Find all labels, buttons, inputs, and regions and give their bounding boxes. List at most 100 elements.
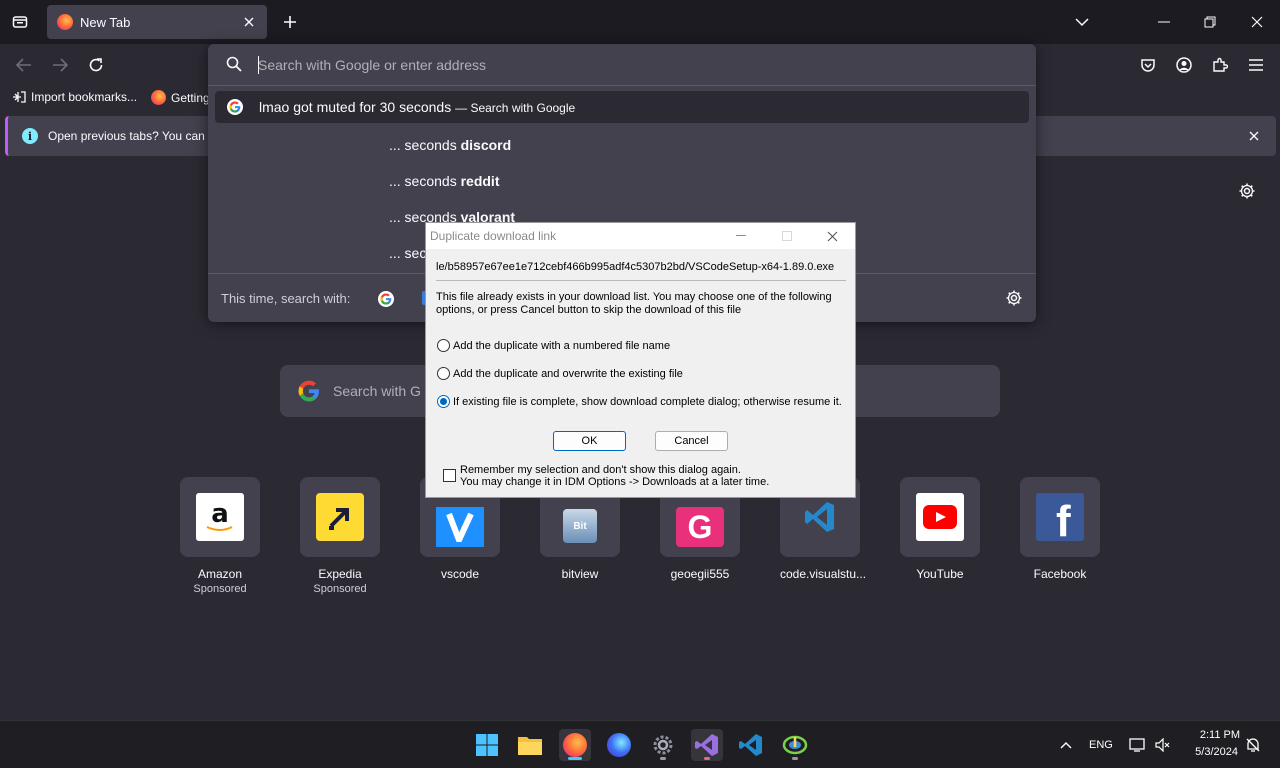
account-icon[interactable] <box>1172 53 1196 77</box>
suggestion-prefix: ... seconds <box>389 173 461 189</box>
import-icon <box>13 91 26 103</box>
search-settings-gear-icon[interactable] <box>1005 289 1023 312</box>
duplicate-download-dialog: Duplicate download link le/b58957e67ee1e… <box>425 222 856 498</box>
top-site-label: Facebook <box>1033 567 1087 581</box>
radio-button[interactable] <box>437 367 450 380</box>
suggestion-action: — Search with Google <box>455 101 576 115</box>
top-site-youtube[interactable]: YouTube <box>900 477 980 581</box>
option-numbered-name[interactable]: Add the duplicate with a numbered file n… <box>437 339 670 352</box>
tab-title: New Tab <box>80 14 131 30</box>
dialog-minimize-icon[interactable] <box>721 225 761 247</box>
checkbox[interactable] <box>443 469 456 482</box>
notification-message: Open previous tabs? You can re <box>48 129 219 143</box>
idm-taskbar-icon[interactable] <box>779 729 811 761</box>
notification-close-icon[interactable] <box>1246 128 1262 144</box>
show-hidden-icons-chevron-icon[interactable] <box>1052 729 1080 761</box>
tab-strip: New Tab <box>0 0 1280 44</box>
hamburger-menu-icon[interactable] <box>1244 53 1268 77</box>
windows-start-icon[interactable] <box>471 729 503 761</box>
option-label: If existing file is complete, show downl… <box>453 395 842 408</box>
newtab-settings-gear-icon[interactable] <box>1238 182 1260 204</box>
top-site-label: YouTube <box>916 567 964 581</box>
info-icon: i <box>22 128 38 144</box>
close-window-icon[interactable] <box>1243 8 1271 36</box>
suggestion-query: lmao got muted for 30 seconds <box>259 99 452 115</box>
visual-studio-taskbar-icon[interactable] <box>691 729 723 761</box>
urlbar-input[interactable]: Search with Google or enter address <box>208 44 1036 86</box>
notifications-bell-icon[interactable] <box>1242 729 1264 761</box>
settings-taskbar-icon[interactable] <box>647 729 679 761</box>
one-off-label: This time, search with: <box>221 291 351 306</box>
google-logo-icon <box>297 379 321 408</box>
tab-new-tab[interactable]: New Tab <box>47 5 267 39</box>
option-label: Add the duplicate with a numbered file n… <box>453 339 671 352</box>
remember-selection-checkbox[interactable]: Remember my selection and don't show thi… <box>443 464 769 488</box>
remember-line1: Remember my selection and don't show thi… <box>460 464 741 476</box>
dialog-close-icon[interactable] <box>812 225 852 247</box>
expedia-logo-icon <box>316 493 364 541</box>
dialog-titlebar: Duplicate download link <box>426 223 855 249</box>
ok-button[interactable]: OK <box>553 431 626 451</box>
firefox-favicon-icon <box>151 90 166 105</box>
volume-muted-icon[interactable] <box>1152 729 1174 761</box>
suggestion-row-selected[interactable]: lmao got muted for 30 seconds — Search w… <box>215 91 1029 123</box>
tab-close-icon[interactable] <box>241 14 257 30</box>
firefox-taskbar-icon[interactable] <box>559 729 591 761</box>
download-url-field[interactable]: le/b58957e67ee1e712cebf466b995adf4c5307b… <box>436 261 846 281</box>
radio-button-selected[interactable] <box>437 395 450 408</box>
download-url-text: le/b58957e67ee1e712cebf466b995adf4c5307b… <box>436 261 835 273</box>
sponsored-label: Sponsored <box>313 583 367 595</box>
running-indicator <box>568 757 582 760</box>
import-bookmarks-label: Import bookmarks... <box>31 90 138 104</box>
windows-taskbar: ENG 2:11 PM 5/3/2024 <box>0 720 1280 768</box>
firefox-dev-logo-icon <box>607 733 631 757</box>
minimize-icon[interactable] <box>1150 8 1178 36</box>
getting-started-item[interactable]: Getting <box>151 90 210 105</box>
suggestion-row[interactable]: ... seconds reddit <box>389 173 499 189</box>
dialog-title: Duplicate download link <box>430 229 557 243</box>
suggestion-bold: discord <box>460 137 512 153</box>
vscode-taskbar-icon[interactable] <box>735 729 767 761</box>
restore-icon[interactable] <box>1196 8 1224 36</box>
reload-icon[interactable] <box>84 53 108 77</box>
import-bookmarks-item[interactable]: Import bookmarks... <box>12 90 137 104</box>
suggestion-prefix: ... seconds <box>389 137 461 153</box>
back-arrow-icon[interactable] <box>12 53 36 77</box>
top-site-expedia[interactable]: Expedia Sponsored <box>300 477 380 595</box>
pocket-icon[interactable] <box>1136 53 1160 77</box>
sponsored-label: Sponsored <box>193 583 247 595</box>
top-site-label: geoegii555 <box>670 567 730 581</box>
amazon-logo-icon: a <box>196 493 244 541</box>
list-all-tabs-chevron-icon[interactable] <box>1068 8 1096 36</box>
top-site-facebook[interactable]: f Facebook <box>1020 477 1100 581</box>
extensions-icon[interactable] <box>1208 53 1232 77</box>
forward-arrow-icon[interactable] <box>48 53 72 77</box>
clock-time[interactable]: 2:11 PM <box>1196 729 1240 741</box>
top-site-amazon[interactable]: a Amazon Sponsored <box>180 477 260 595</box>
language-indicator[interactable]: ENG <box>1089 739 1113 751</box>
file-explorer-icon[interactable] <box>514 729 546 761</box>
firefox-view-icon[interactable] <box>8 10 32 34</box>
running-indicator <box>660 757 666 760</box>
suggestion-row[interactable]: ... seconds discord <box>389 137 511 153</box>
suggestion-bold: reddit <box>460 173 500 189</box>
running-indicator <box>704 757 710 760</box>
network-icon[interactable] <box>1126 729 1148 761</box>
bitview-logo-icon: Bit <box>563 509 597 543</box>
remember-text: Remember my selection and don't show thi… <box>460 464 769 488</box>
new-tab-plus-icon[interactable] <box>278 10 302 34</box>
firefox-logo-icon <box>563 733 587 757</box>
facebook-logo-icon: f <box>1036 493 1084 541</box>
running-indicator <box>792 757 798 760</box>
vscode-v-logo-icon <box>436 507 484 547</box>
clock-date[interactable]: 5/3/2024 <box>1188 746 1238 758</box>
option-overwrite[interactable]: Add the duplicate and overwrite the exis… <box>437 367 683 380</box>
top-site-label: vscode <box>440 567 480 581</box>
google-g-icon <box>227 99 243 120</box>
option-label: Add the duplicate and overwrite the exis… <box>453 367 683 380</box>
option-resume[interactable]: If existing file is complete, show downl… <box>437 395 842 408</box>
radio-button[interactable] <box>437 339 450 352</box>
google-engine-icon[interactable] <box>378 291 394 312</box>
cancel-button[interactable]: Cancel <box>655 431 728 451</box>
firefox-developer-taskbar-icon[interactable] <box>603 729 635 761</box>
